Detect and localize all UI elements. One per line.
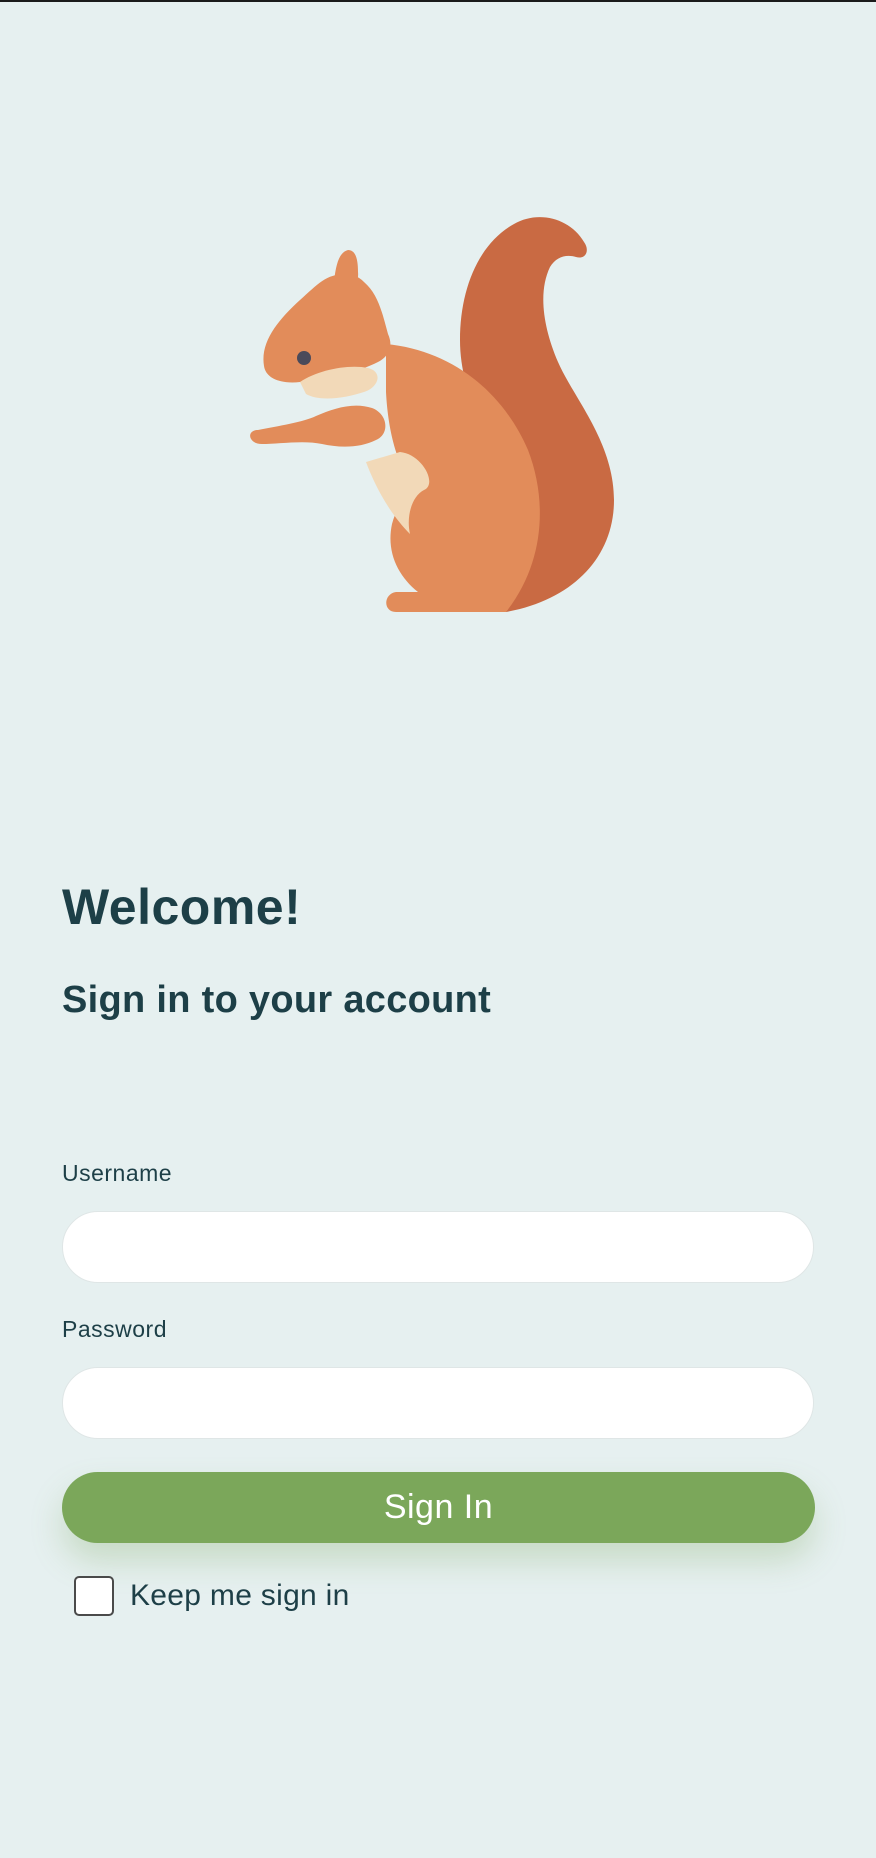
sign-in-subtitle: Sign in to your account: [62, 979, 492, 1021]
keep-signed-in-label[interactable]: Keep me sign in: [130, 1579, 350, 1613]
password-label: Password: [62, 1316, 167, 1342]
username-label: Username: [62, 1160, 173, 1186]
login-page: Welcome! Sign in to your account Usernam…: [0, 2, 876, 1858]
sign-in-button[interactable]: Sign In: [62, 1472, 815, 1543]
welcome-heading: Welcome!: [62, 879, 302, 935]
squirrel-icon: [238, 212, 618, 612]
keep-signed-in-checkbox[interactable]: [74, 1576, 114, 1616]
keep-signed-in-row[interactable]: Keep me sign in: [74, 1574, 350, 1618]
username-input[interactable]: [62, 1211, 814, 1283]
password-input[interactable]: [62, 1367, 814, 1439]
